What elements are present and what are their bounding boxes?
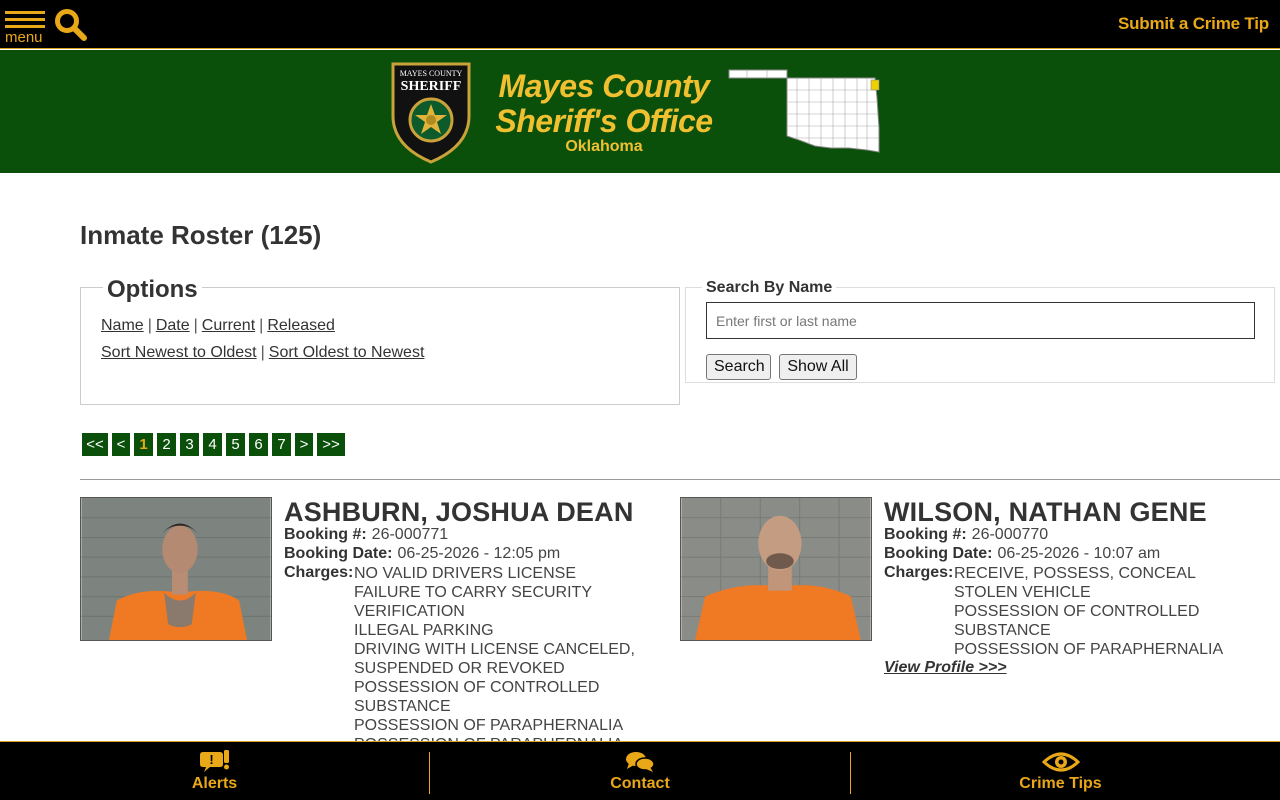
- charge-item: ILLEGAL PARKING: [354, 622, 494, 639]
- page-title: Inmate Roster (125): [80, 220, 322, 250]
- page-5-button[interactable]: 5: [226, 433, 245, 456]
- hamburger-icon-bar: [5, 25, 45, 28]
- charges-label: Charges:: [284, 564, 354, 581]
- separator: |: [259, 317, 264, 334]
- search-panel: Search By Name Search Show All: [685, 279, 1275, 383]
- charge-item: DRIVING WITH LICENSE CANCELED, SUSPENDED…: [354, 641, 635, 677]
- top-bar: menu Submit a Crime Tip: [0, 0, 1280, 49]
- booking-number-label: Booking #:: [884, 526, 967, 543]
- options-panel: Options Name | Date | Current | Released Sort …: [80, 276, 680, 405]
- page-3-button[interactable]: 3: [180, 433, 199, 456]
- separator: |: [260, 344, 265, 361]
- booking-date-value: 06-25-2026 - 10:07 am: [997, 545, 1161, 562]
- svg-text:SHERIFF: SHERIFF: [401, 79, 462, 94]
- page-7-button[interactable]: 7: [272, 433, 291, 456]
- charges-list: RECEIVE, POSSESS, CONCEAL STOLEN VEHICLE…: [954, 564, 1244, 659]
- nav-alerts[interactable]: ! Alerts: [0, 742, 429, 800]
- charges-list: NO VALID DRIVERS LICENSE FAILURE TO CARR…: [354, 564, 644, 754]
- charge-item: FAILURE TO CARRY SECURITY VERIFICATION: [354, 584, 592, 620]
- search-button[interactable]: Search: [706, 354, 771, 380]
- page-first-button[interactable]: <<: [82, 433, 108, 456]
- page-4-button[interactable]: 4: [203, 433, 222, 456]
- sort-field-links: Name | Date | Current | Released: [101, 317, 335, 335]
- options-legend: Options: [103, 276, 202, 304]
- booking-date-label: Booking Date:: [284, 545, 393, 562]
- view-profile-link[interactable]: View Profile >>>: [884, 659, 1007, 677]
- submit-crime-tip-link[interactable]: Submit a Crime Tip: [1118, 14, 1269, 34]
- bottom-nav: ! Alerts Contact Crime Tips: [0, 741, 1280, 800]
- banner-subtitle: Oklahoma: [565, 138, 643, 155]
- inmate-mugshot-photo[interactable]: [80, 497, 272, 641]
- nav-crime-tips[interactable]: Crime Tips: [851, 742, 1270, 800]
- page-last-button[interactable]: >>: [317, 433, 345, 456]
- oklahoma-map-icon: [728, 69, 880, 153]
- divider: [80, 479, 1280, 480]
- inmate-name: ASHBURN, JOSHUA DEAN: [284, 497, 634, 527]
- page-6-button[interactable]: 6: [249, 433, 268, 456]
- booking-number-value: 26-000771: [371, 526, 449, 543]
- booking-date-row: Booking Date: 06-25-2026 - 12:05 pm: [284, 544, 560, 563]
- charge-item: POSSESSION OF PARAPHERNALIA: [954, 641, 1224, 658]
- page-2-button[interactable]: 2: [157, 433, 176, 456]
- sort-by-date-link[interactable]: Date: [156, 317, 190, 334]
- nav-alerts-label: Alerts: [191, 775, 238, 792]
- page-prev-button[interactable]: <: [112, 433, 130, 456]
- charges-label: Charges:: [884, 564, 954, 581]
- booking-number-label: Booking #:: [284, 526, 367, 543]
- site-banner: MAYES COUNTY SHERIFF Mayes County Sherif…: [0, 50, 1280, 173]
- alert-bubble-icon: !: [199, 750, 229, 772]
- charge-item: POSSESSION OF CONTROLLED SUBSTANCE: [954, 603, 1200, 639]
- separator: |: [147, 317, 152, 334]
- inmate-name: WILSON, NATHAN GENE: [884, 497, 1207, 527]
- charge-item: NO VALID DRIVERS LICENSE: [354, 565, 576, 582]
- nav-contact-label: Contact: [610, 775, 670, 792]
- sort-by-name-link[interactable]: Name: [101, 317, 144, 334]
- charge-item: RECEIVE, POSSESS, CONCEAL STOLEN VEHICLE: [954, 565, 1196, 601]
- booking-date-row: Booking Date: 06-25-2026 - 10:07 am: [884, 544, 1160, 563]
- menu-label: menu: [5, 29, 43, 46]
- page-1-button[interactable]: 1: [134, 433, 153, 456]
- svg-text:!: !: [209, 752, 213, 767]
- booking-number-value: 26-000770: [971, 526, 1049, 543]
- banner-title-line2: Sheriff's Office: [495, 103, 713, 139]
- chat-bubbles-icon: [626, 752, 655, 772]
- nav-contact[interactable]: Contact: [430, 742, 850, 800]
- booking-date-value: 06-25-2026 - 12:05 pm: [397, 545, 561, 562]
- sort-newest-link[interactable]: Sort Newest to Oldest: [101, 344, 257, 361]
- sheriff-badge-logo[interactable]: MAYES COUNTY SHERIFF: [389, 58, 473, 165]
- booking-number-row: Booking #: 26-000771: [284, 525, 448, 544]
- inmate-mugshot-photo[interactable]: [680, 497, 872, 641]
- hamburger-icon-bar: [5, 18, 45, 21]
- show-all-button[interactable]: Show All: [779, 354, 857, 380]
- search-icon[interactable]: [54, 8, 88, 42]
- filter-current-link[interactable]: Current: [202, 317, 255, 334]
- booking-number-row: Booking #: 26-000770: [884, 525, 1048, 544]
- page-next-button[interactable]: >: [295, 433, 313, 456]
- sort-order-links: Sort Newest to Oldest | Sort Oldest to New…: [101, 344, 424, 362]
- svg-text:MAYES COUNTY: MAYES COUNTY: [400, 69, 463, 78]
- booking-date-label: Booking Date:: [884, 545, 993, 562]
- charge-item: POSSESSION OF PARAPHERNALIA: [354, 717, 624, 734]
- filter-released-link[interactable]: Released: [267, 317, 335, 334]
- charge-item: POSSESSION OF CONTROLLED SUBSTANCE: [354, 679, 600, 715]
- sort-oldest-link[interactable]: Sort Oldest to Newest: [269, 344, 425, 361]
- menu-button[interactable]: menu: [4, 10, 48, 46]
- nav-crime-tips-label: Crime Tips: [1019, 775, 1102, 792]
- eye-icon: [1041, 752, 1080, 772]
- banner-title-line1: Mayes County: [498, 68, 710, 104]
- search-name-input[interactable]: [706, 302, 1255, 339]
- banner-title: Mayes County Sheriff's Office: [478, 69, 730, 139]
- hamburger-icon: [5, 11, 45, 14]
- search-legend: Search By Name: [702, 279, 837, 297]
- separator: |: [193, 317, 198, 334]
